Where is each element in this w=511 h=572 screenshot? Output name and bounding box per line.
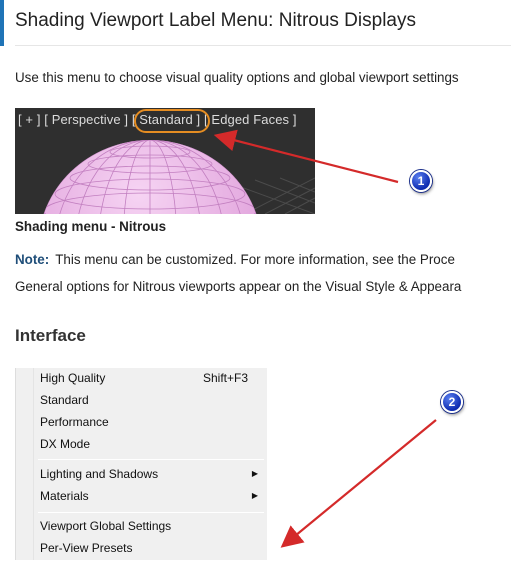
menu-item-standard[interactable]: Standard bbox=[16, 390, 268, 412]
menu-item-per-view-presets[interactable]: Per-View Presets bbox=[16, 538, 268, 560]
shading-context-menu: High Quality Shift+F3 Standard Performan… bbox=[15, 368, 267, 560]
menu-item-viewport-global-settings[interactable]: Viewport Global Settings bbox=[16, 516, 268, 538]
menu-item-label: Viewport Global Settings bbox=[40, 519, 172, 533]
highlight-ring bbox=[134, 109, 210, 133]
menu-item-label: Per-View Presets bbox=[40, 541, 133, 555]
viewport-plus-label[interactable]: [ + ] bbox=[18, 112, 41, 127]
menu-item-shortcut: Shift+F3 bbox=[202, 371, 248, 385]
callout-badge-2: 2 bbox=[441, 391, 463, 413]
viewport-edged-faces-label[interactable]: [ Edged Faces ] bbox=[204, 112, 297, 127]
menu-item-materials[interactable]: Materials ▶ bbox=[16, 486, 268, 508]
menu-item-label: Materials bbox=[40, 489, 89, 503]
submenu-arrow-icon: ▶ bbox=[251, 491, 258, 500]
menu-item-label: DX Mode bbox=[40, 437, 91, 451]
title-divider bbox=[15, 45, 511, 46]
menu-item-label: Standard bbox=[40, 393, 89, 407]
submenu-arrow-icon: ▶ bbox=[251, 469, 258, 478]
viewport-screenshot: [ + ] [ Perspective ] [ Standard ] [ Edg… bbox=[15, 108, 315, 214]
menu-item-high-quality[interactable]: High Quality Shift+F3 bbox=[16, 368, 268, 390]
page-title: Shading Viewport Label Menu: Nitrous Dis… bbox=[15, 10, 416, 31]
figure-caption: Shading menu - Nitrous bbox=[15, 219, 167, 234]
menu-separator bbox=[38, 512, 264, 513]
left-accent-bar bbox=[0, 0, 4, 46]
menu-item-label: High Quality bbox=[40, 371, 106, 385]
note-paragraph: Note: This menu can be customized. For mo… bbox=[15, 252, 455, 267]
menu-item-label: Performance bbox=[40, 415, 109, 429]
note-text: This menu can be customized. For more in… bbox=[55, 252, 455, 267]
callout-arrow-2 bbox=[280, 419, 437, 548]
section-heading-interface: Interface bbox=[15, 326, 86, 345]
menu-item-dx-mode[interactable]: DX Mode bbox=[16, 434, 268, 456]
menu-separator bbox=[38, 459, 264, 460]
note-label: Note: bbox=[15, 252, 50, 267]
menu-item-lighting-and-shadows[interactable]: Lighting and Shadows ▶ bbox=[16, 464, 268, 486]
intro-paragraph: Use this menu to choose visual quality o… bbox=[15, 70, 459, 85]
general-options-paragraph: General options for Nitrous viewports ap… bbox=[15, 279, 462, 294]
menu-item-performance[interactable]: Performance bbox=[16, 412, 268, 434]
callout-badge-1: 1 bbox=[410, 170, 432, 192]
viewport-perspective-label[interactable]: [ Perspective ] bbox=[44, 112, 128, 127]
menu-item-label: Lighting and Shadows bbox=[40, 467, 159, 481]
